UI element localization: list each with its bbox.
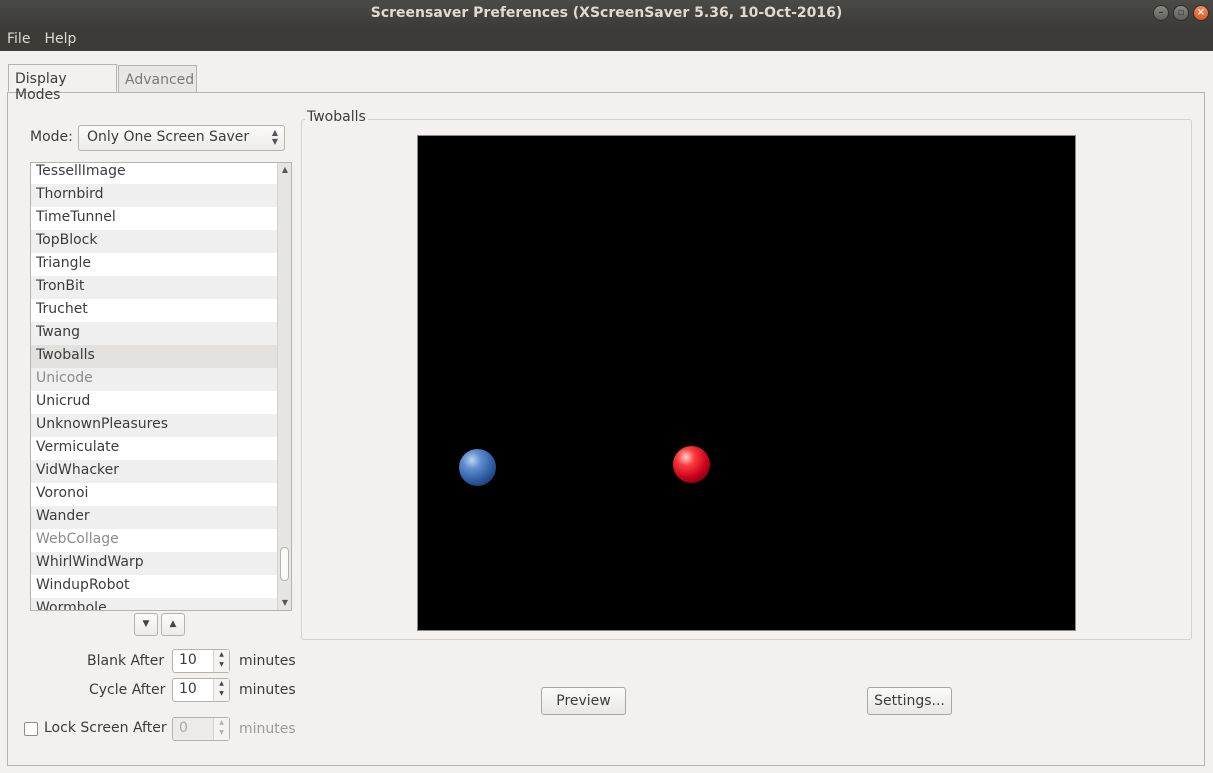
- mode-dropdown[interactable]: Only One Screen Saver ▲ ▼: [78, 125, 285, 151]
- cycle-after-value: 10: [179, 681, 197, 697]
- list-item[interactable]: WebCollage: [31, 529, 278, 552]
- scroll-down-icon[interactable]: ▼: [280, 598, 290, 608]
- close-button[interactable]: ×: [1193, 5, 1209, 21]
- lock-screen-unit: minutes: [239, 721, 296, 737]
- list-item[interactable]: TronBit: [31, 276, 278, 299]
- list-item[interactable]: TessellImage: [31, 163, 278, 184]
- updown-icon: ▲ ▼: [271, 128, 278, 146]
- scrollbar-thumb[interactable]: [280, 547, 289, 581]
- list-item[interactable]: VidWhacker: [31, 460, 278, 483]
- settings-button[interactable]: Settings...: [867, 687, 952, 715]
- list-item[interactable]: TimeTunnel: [31, 207, 278, 230]
- blank-after-spinner[interactable]: 10 ▲ ▼: [172, 649, 230, 673]
- spinner-arrows-icon[interactable]: ▲ ▼: [213, 650, 229, 672]
- blank-after-value: 10: [179, 652, 197, 668]
- minimize-button[interactable]: –: [1153, 5, 1169, 21]
- cycle-after-unit: minutes: [239, 682, 296, 698]
- list-item[interactable]: Wander: [31, 506, 278, 529]
- list-item[interactable]: Twang: [31, 322, 278, 345]
- blank-after-unit: minutes: [239, 653, 296, 669]
- scroll-up-icon[interactable]: ▲: [280, 165, 290, 175]
- window-title: Screensaver Preferences (XScreenSaver 5.…: [370, 5, 843, 21]
- menu-bar: File Help: [0, 28, 1213, 51]
- list-item[interactable]: Unicode: [31, 368, 278, 391]
- window-controls: – ▫ ×: [1153, 5, 1209, 21]
- maximize-button[interactable]: ▫: [1173, 5, 1189, 21]
- previous-item-button[interactable]: ▲: [161, 613, 185, 636]
- preview-button[interactable]: Preview: [541, 687, 626, 715]
- cycle-after-spinner[interactable]: 10 ▲ ▼: [172, 678, 230, 702]
- list-item[interactable]: Twoballs: [31, 345, 278, 368]
- list-item[interactable]: Wormhole: [31, 598, 278, 610]
- preview-frame-label: Twoballs: [305, 109, 368, 125]
- mode-value: Only One Screen Saver: [87, 129, 250, 145]
- screensaver-list[interactable]: TessellImage Thornbird TimeTunnel TopBlock T…: [30, 162, 292, 611]
- list-item[interactable]: Triangle: [31, 253, 278, 276]
- lock-screen-spinner[interactable]: 0 ▲ ▼: [172, 717, 230, 741]
- menu-file[interactable]: File: [0, 28, 37, 51]
- lock-screen-checkbox[interactable]: [24, 722, 38, 736]
- blue-ball: [459, 449, 496, 486]
- blank-after-label: Blank After: [87, 653, 165, 669]
- list-item[interactable]: Vermiculate: [31, 437, 278, 460]
- list-item[interactable]: Thornbird: [31, 184, 278, 207]
- list-item[interactable]: WindupRobot: [31, 575, 278, 598]
- preview-area: [417, 135, 1076, 631]
- vertical-scrollbar[interactable]: ▲ ▼: [277, 163, 291, 610]
- list-item[interactable]: Voronoi: [31, 483, 278, 506]
- list-item[interactable]: WhirlWindWarp: [31, 552, 278, 575]
- next-item-button[interactable]: ▼: [134, 613, 158, 636]
- tab-advanced[interactable]: Advanced: [118, 65, 197, 93]
- title-bar: Screensaver Preferences (XScreenSaver 5.…: [0, 0, 1213, 28]
- menu-help[interactable]: Help: [37, 28, 83, 51]
- list-item[interactable]: UnknownPleasures: [31, 414, 278, 437]
- cycle-after-label: Cycle After: [89, 682, 166, 698]
- spinner-arrows-icon[interactable]: ▲ ▼: [213, 679, 229, 701]
- lock-screen-value: 0: [179, 720, 188, 736]
- list-item[interactable]: TopBlock: [31, 230, 278, 253]
- arrow-up-icon: ▲: [169, 619, 177, 629]
- spinner-arrows-icon[interactable]: ▲ ▼: [213, 718, 229, 740]
- red-ball: [673, 446, 710, 483]
- arrow-down-icon: ▼: [142, 619, 150, 629]
- list-item[interactable]: Unicrud: [31, 391, 278, 414]
- list-item[interactable]: Truchet: [31, 299, 278, 322]
- lock-screen-label: Lock Screen After: [44, 720, 167, 736]
- mode-label: Mode:: [30, 129, 73, 145]
- tab-display-modes[interactable]: Display Modes: [8, 64, 117, 103]
